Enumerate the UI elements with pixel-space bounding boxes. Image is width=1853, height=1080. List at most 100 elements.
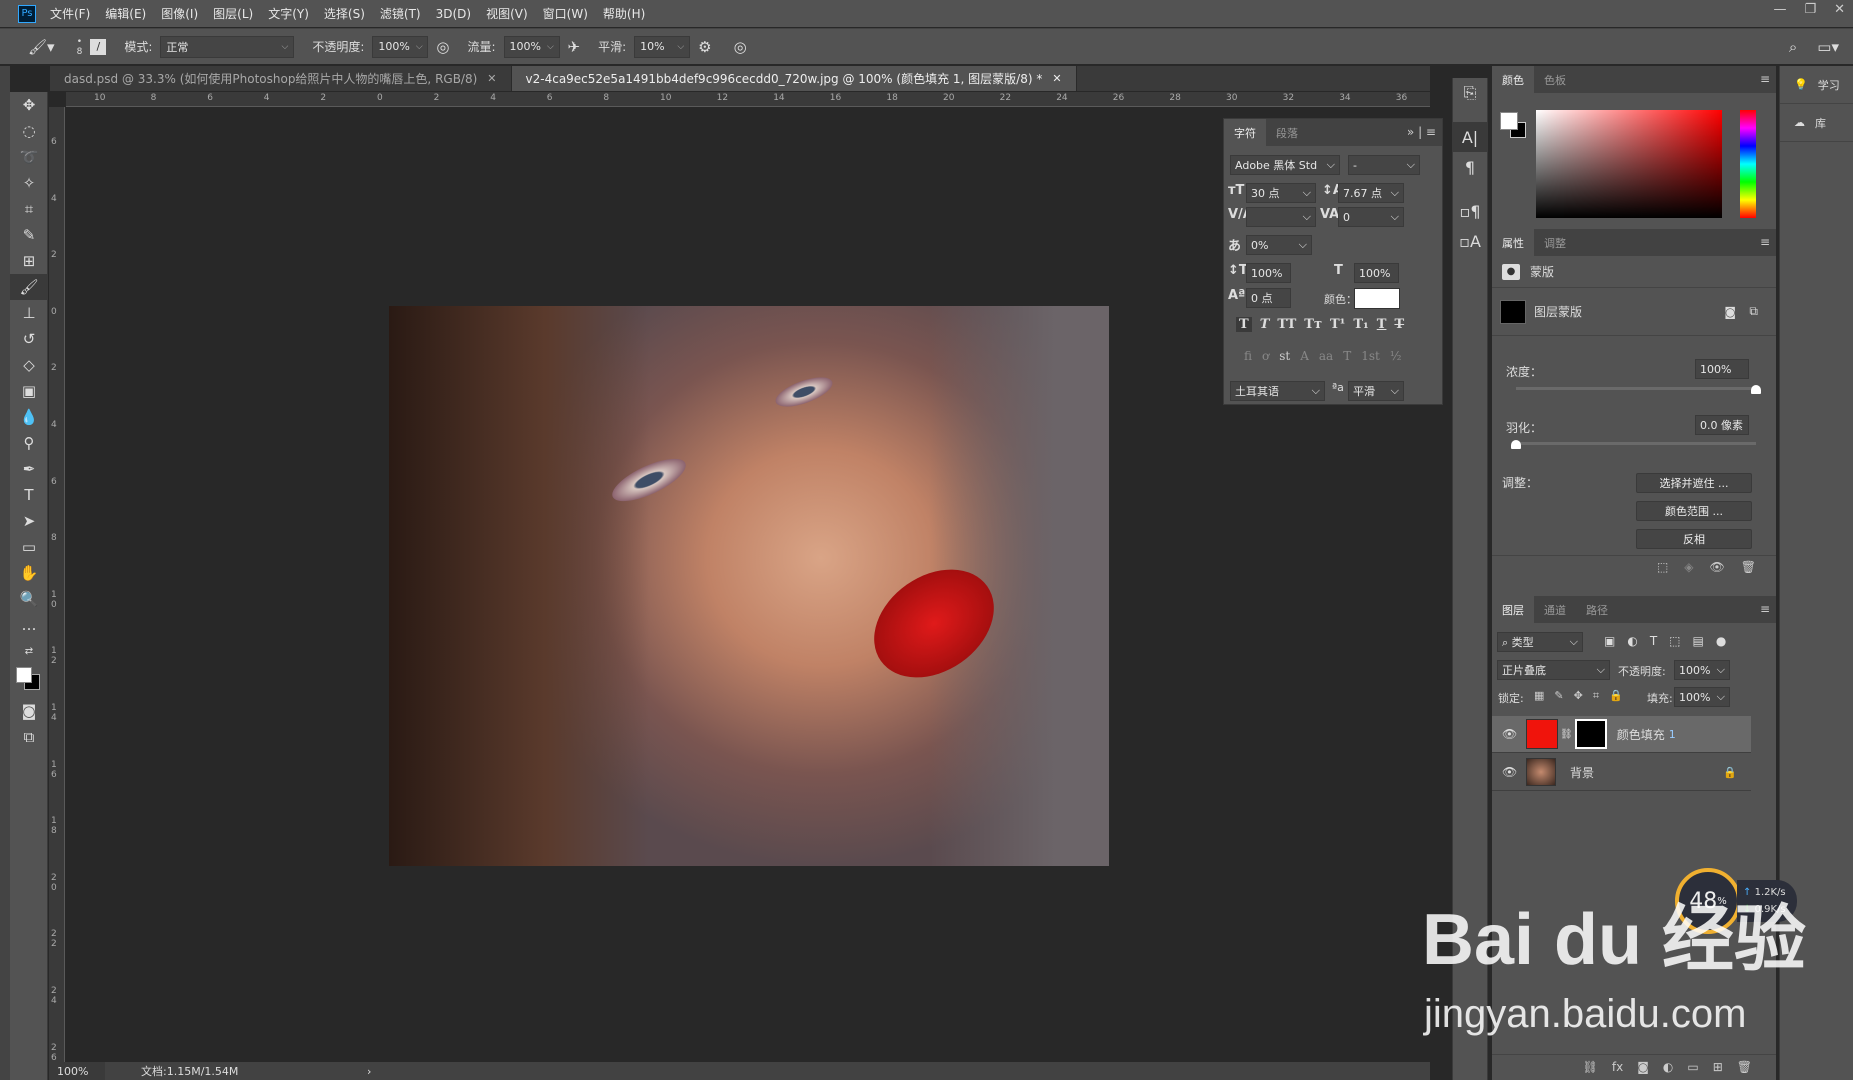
faux-bold-button[interactable]: T [1236, 317, 1252, 332]
menu-layer[interactable]: 图层(L) [213, 5, 253, 22]
saturation-value-picker[interactable] [1536, 110, 1722, 218]
tab-dasd[interactable]: dasd.psd @ 33.3% (如何使用Photoshop给照片中人物的嘴唇… [50, 66, 512, 91]
character-panel-icon[interactable]: A| [1453, 122, 1487, 152]
status-menu-arrow[interactable]: › [367, 1065, 371, 1078]
menu-window[interactable]: 窗口(W) [543, 5, 588, 22]
baseline-shift-input[interactable]: 0 点 [1246, 288, 1291, 308]
font-size-input[interactable]: 30 点 ⌵ [1246, 183, 1316, 203]
panel-menu-icon[interactable]: ≡ [1760, 235, 1770, 249]
feather-slider-thumb[interactable] [1511, 440, 1521, 449]
brush-settings-icon[interactable]: / [90, 38, 107, 55]
flow-input[interactable]: 100% ⌵ [503, 35, 560, 58]
density-input[interactable]: 100% [1695, 359, 1749, 379]
panel-menu-icon[interactable]: ≡ [1760, 72, 1770, 86]
stamp-tool[interactable]: ⊥ [10, 300, 48, 326]
tab-swatches[interactable]: 色板 [1534, 66, 1576, 93]
vertical-scale-input[interactable]: 100% [1246, 263, 1291, 283]
panel-menu-icon[interactable]: ≡ [1760, 602, 1770, 616]
paragraph-styles-icon[interactable]: ▫¶ [1453, 196, 1487, 226]
tab-paths[interactable]: 路径 [1576, 596, 1618, 623]
foreground-color-swatch[interactable] [1500, 112, 1518, 130]
invert-button[interactable]: 反相 [1636, 529, 1752, 549]
antialias-select[interactable]: 平滑 ⌵ [1348, 381, 1404, 401]
close-icon[interactable]: ✕ [487, 72, 496, 85]
minimize-button[interactable]: — [1773, 2, 1786, 17]
color-fill-thumbnail[interactable] [1526, 719, 1558, 749]
menu-type[interactable]: 文字(Y) [268, 5, 309, 22]
trash-icon[interactable]: 🗑 [1741, 560, 1756, 574]
tab-properties[interactable]: 属性 [1492, 229, 1534, 256]
menu-file[interactable]: 文件(F) [50, 5, 90, 22]
smoothing-input[interactable]: 10% ⌵ [634, 35, 691, 58]
tab-adjustments[interactable]: 调整 [1534, 229, 1576, 256]
menu-3d[interactable]: 3D(D) [436, 7, 471, 21]
blur-tool[interactable]: 💧 [10, 404, 48, 430]
feather-input[interactable]: 0.0 像素 [1695, 415, 1749, 435]
tab-color[interactable]: 颜色 [1492, 66, 1534, 93]
tab-character[interactable]: 字符 [1224, 119, 1266, 146]
pixel-filter-icon[interactable]: ▣ [1604, 634, 1615, 648]
density-slider-thumb[interactable] [1751, 385, 1761, 394]
healing-tool[interactable]: ⊞ [10, 248, 48, 274]
select-mask-icon[interactable]: ◙ [1724, 305, 1736, 319]
brush-size-picker[interactable]: • 8 [77, 37, 83, 57]
font-family-select[interactable]: Adobe 黑体 Std ⌵ [1230, 155, 1340, 175]
underline-button[interactable]: T [1377, 317, 1387, 332]
faux-italic-button[interactable]: T [1260, 317, 1270, 332]
lasso-tool[interactable]: ➰ [10, 144, 48, 170]
panel-menu-icon[interactable]: » | ≡ [1407, 125, 1436, 139]
type-tool[interactable]: T [10, 482, 48, 508]
layer-row-color-fill[interactable]: 👁 ⛓ 颜色填充 1 [1492, 716, 1751, 753]
search-icon[interactable]: ⌕ [1789, 38, 1797, 56]
screen-mode-icon[interactable]: ⧉ [10, 724, 48, 750]
foreground-color-swatch[interactable] [16, 667, 32, 683]
learn-panel-button[interactable]: 💡 学习 [1780, 66, 1853, 104]
eye-icon[interactable]: 👁 [1710, 560, 1725, 574]
more-tools[interactable]: … [10, 612, 48, 638]
menu-image[interactable]: 图像(I) [161, 5, 198, 22]
layer-filter-select[interactable]: ⌕ 类型 ⌵ [1497, 632, 1583, 652]
old-style-button[interactable]: ơ [1262, 349, 1269, 363]
layer-mask-thumbnail[interactable] [1574, 719, 1607, 749]
horizontal-scale-input[interactable]: 100% [1354, 263, 1399, 283]
fill-input[interactable]: 100% ⌵ [1674, 687, 1730, 707]
tab-channels[interactable]: 通道 [1534, 596, 1576, 623]
character-styles-icon[interactable]: ▫A [1453, 226, 1487, 256]
zoom-level[interactable]: 100% [49, 1062, 105, 1080]
rectangle-tool[interactable]: ▭ [10, 534, 48, 560]
opacity-input[interactable]: 100% ⌵ [372, 35, 429, 58]
workspace-icon[interactable]: ▭▾ [1817, 38, 1839, 56]
stylistic-alternates-button[interactable]: aa [1319, 349, 1333, 363]
density-slider[interactable] [1516, 387, 1756, 390]
blend-mode-select[interactable]: 正片叠底 ⌵ [1497, 660, 1610, 680]
photo-portrait[interactable] [389, 306, 1109, 866]
history-panel-icon[interactable]: ⎘ [1453, 78, 1487, 108]
lock-image-icon[interactable]: ✎ [1554, 689, 1563, 703]
lock-position-icon[interactable]: ✥ [1574, 689, 1583, 703]
eye-icon[interactable]: 👁 [1502, 727, 1522, 741]
layer-opacity-input[interactable]: 100% ⌵ [1674, 660, 1730, 680]
move-tool[interactable]: ✥ [10, 92, 48, 118]
foreground-background-colors[interactable] [10, 664, 48, 698]
font-style-select[interactable]: - ⌵ [1348, 155, 1420, 175]
crop-tool[interactable]: ⌗ [10, 196, 48, 222]
lock-all-icon[interactable]: 🔒 [1609, 689, 1623, 703]
language-select[interactable]: 土耳其语 ⌵ [1230, 381, 1325, 401]
pressure-size-icon[interactable]: ◎ [734, 38, 747, 56]
eye-icon[interactable]: 👁 [1502, 765, 1522, 779]
ligature-button[interactable]: fi [1244, 349, 1252, 363]
magic-wand-tool[interactable]: ✧ [10, 170, 48, 196]
libraries-panel-button[interactable]: ☁ 库 [1780, 104, 1853, 142]
path-selection-tool[interactable]: ➤ [10, 508, 48, 534]
load-selection-icon[interactable]: ⬚ [1657, 560, 1668, 574]
swash-button[interactable]: A [1300, 349, 1309, 363]
paragraph-panel-icon[interactable]: ¶ [1453, 152, 1487, 182]
history-brush-tool[interactable]: ↺ [10, 326, 48, 352]
hue-slider[interactable] [1740, 110, 1756, 218]
small-caps-button[interactable]: Tт [1304, 317, 1322, 332]
pen-tool[interactable]: ✒ [10, 456, 48, 482]
tracking-input[interactable]: 0 ⌵ [1338, 207, 1404, 227]
swap-colors-icon[interactable]: ⇄ [10, 638, 48, 664]
all-caps-button[interactable]: TT [1277, 317, 1296, 332]
gradient-tool[interactable]: ▣ [10, 378, 48, 404]
